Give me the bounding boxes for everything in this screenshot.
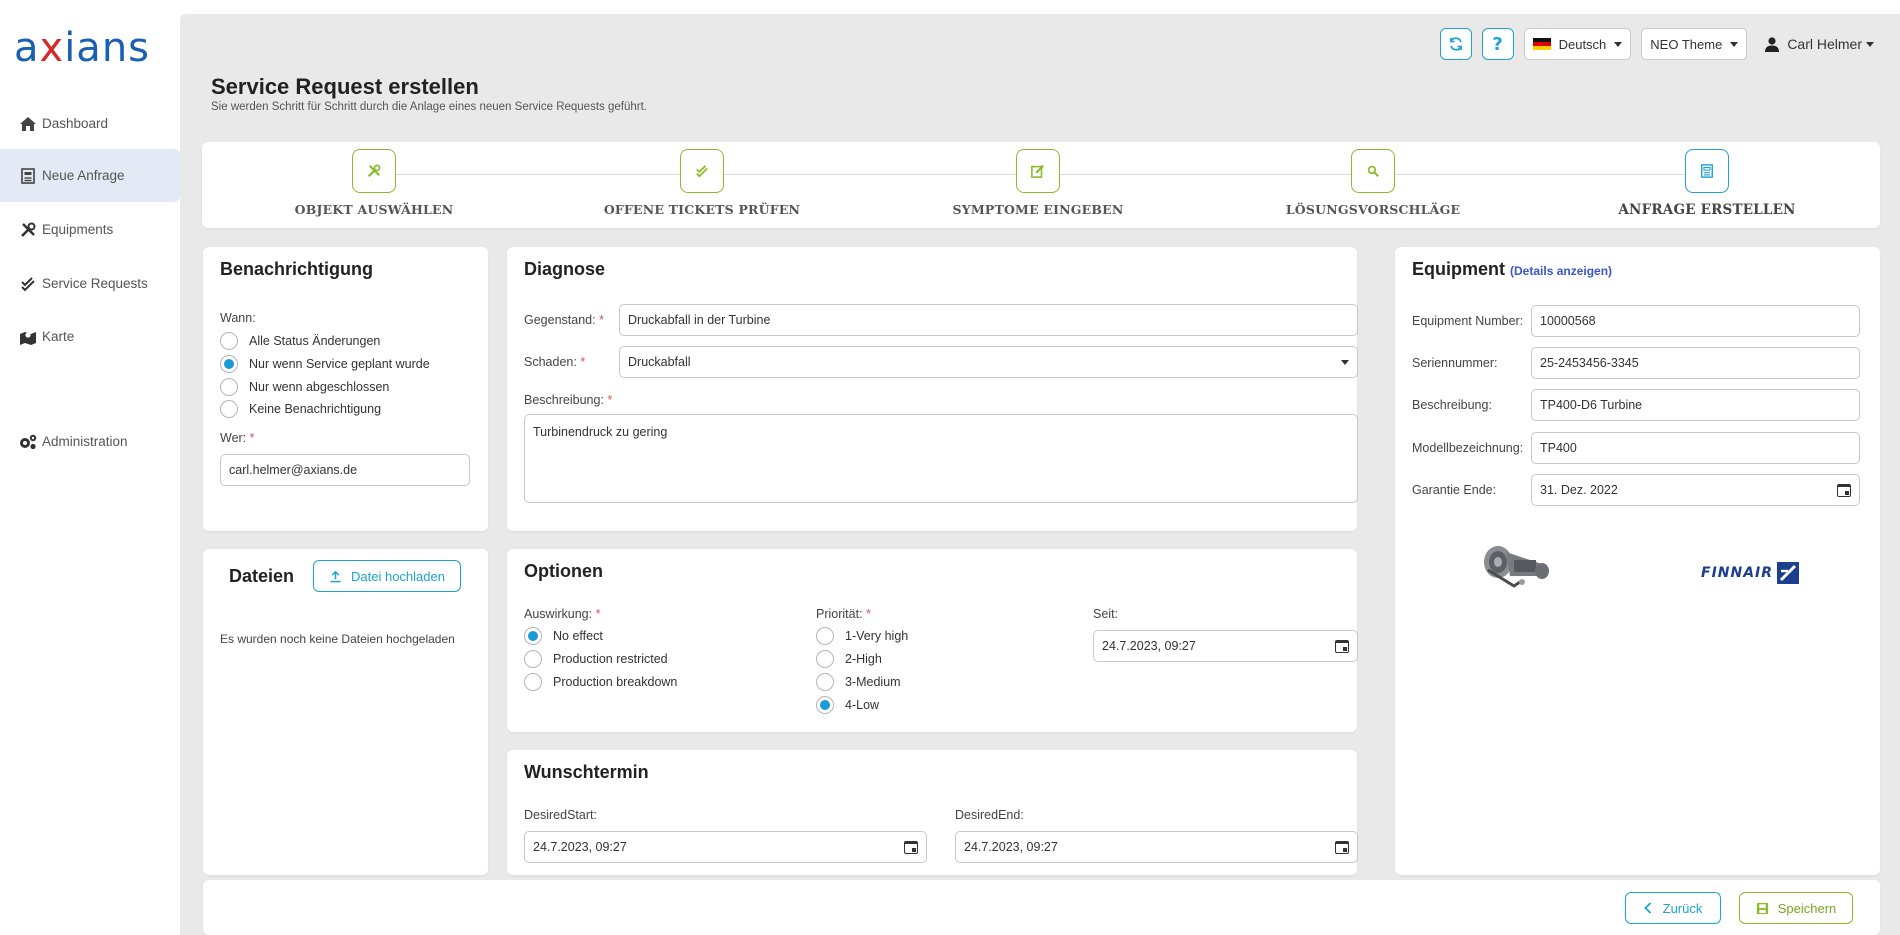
- radio-selected[interactable]: [220, 355, 238, 373]
- radio-selected[interactable]: [816, 696, 834, 714]
- radio-selected[interactable]: [524, 627, 542, 645]
- calendar-icon[interactable]: [904, 840, 918, 854]
- serial-number-field[interactable]: 25-2453456-3345: [1531, 347, 1860, 379]
- priority-low[interactable]: 4-Low: [816, 696, 879, 714]
- form-icon: [1685, 149, 1729, 193]
- warranty-end-field[interactable]: 31. Dez. 2022: [1531, 474, 1860, 506]
- radio[interactable]: [816, 650, 834, 668]
- gears-icon: [18, 432, 38, 452]
- chevron-down-icon: [1341, 359, 1349, 365]
- priority-high[interactable]: 2-High: [816, 650, 882, 668]
- priority-medium[interactable]: 3-Medium: [816, 673, 901, 691]
- sidebar-item-equipments[interactable]: Equipments: [0, 203, 180, 256]
- question-icon: ?: [1492, 33, 1503, 55]
- sidebar: axians Dashboard Neue Anfrage Equipments…: [0, 0, 180, 935]
- finnair-logo: FINNAIR: [1701, 560, 1800, 586]
- sidebar-item-karte[interactable]: Karte: [0, 310, 180, 363]
- wizard-stepper: OBJEKT AUSWÄHLEN OFFENE TICKETS PRÜFEN S…: [202, 142, 1880, 228]
- equipment-description-field[interactable]: TP400-D6 Turbine: [1531, 389, 1860, 421]
- damage-select[interactable]: Druckabfall: [619, 346, 1358, 378]
- calendar-icon[interactable]: [1335, 639, 1349, 653]
- tools-icon: [352, 149, 396, 193]
- equipment-number-field[interactable]: 10000568: [1531, 305, 1860, 337]
- radio[interactable]: [220, 332, 238, 350]
- details-link[interactable]: (Details anzeigen): [1510, 264, 1612, 278]
- top-bar: ? Deutsch NEO Theme Carl Helmer: [1439, 27, 1900, 61]
- notify-option-completed[interactable]: Nur wenn abgeschlossen: [220, 378, 389, 396]
- desired-date-card: Wunschtermin DesiredStart: 24.7.2023, 09…: [507, 750, 1358, 875]
- german-flag-icon: [1532, 38, 1551, 50]
- desired-end-field[interactable]: 24.7.2023, 09:27: [955, 831, 1358, 863]
- notify-option-all[interactable]: Alle Status Änderungen: [220, 332, 380, 350]
- main-content: ? Deutsch NEO Theme Carl Helmer Service …: [180, 14, 1900, 935]
- priority-very-high[interactable]: 1-Very high: [816, 627, 908, 645]
- step-anfrage-erstellen[interactable]: ANFRAGE ERSTELLEN: [1607, 149, 1807, 218]
- theme-dropdown[interactable]: NEO Theme: [1641, 28, 1748, 60]
- page-title: Service Request erstellen: [211, 74, 479, 99]
- chevron-down-icon: [1614, 41, 1623, 47]
- notify-option-none[interactable]: Keine Benachrichtigung: [220, 400, 381, 418]
- radio[interactable]: [220, 400, 238, 418]
- description-textarea[interactable]: Turbinendruck zu gering: [524, 414, 1358, 503]
- double-check-icon: [680, 149, 724, 193]
- impact-production-restricted[interactable]: Production restricted: [524, 650, 668, 668]
- save-icon: [1756, 902, 1768, 914]
- subject-field[interactable]: Druckabfall in der Turbine: [619, 304, 1358, 336]
- edit-icon: [1016, 149, 1060, 193]
- search-icon: [1351, 149, 1395, 193]
- files-card: Dateien Datei hochladen Es wurden noch k…: [203, 549, 488, 875]
- notify-email-field[interactable]: carl.helmer@axians.de: [220, 454, 470, 486]
- language-dropdown[interactable]: Deutsch: [1523, 28, 1632, 60]
- impact-no-effect[interactable]: No effect: [524, 627, 603, 645]
- radio[interactable]: [816, 673, 834, 691]
- impact-production-breakdown[interactable]: Production breakdown: [524, 673, 677, 691]
- files-empty-text: Es wurden noch keine Dateien hochgeladen: [220, 632, 455, 646]
- radio[interactable]: [220, 378, 238, 396]
- sidebar-item-administration[interactable]: Administration: [0, 415, 180, 468]
- map-icon: [18, 327, 38, 347]
- back-button[interactable]: Zurück: [1625, 892, 1721, 924]
- user-menu[interactable]: Carl Helmer: [1757, 36, 1900, 52]
- finnair-emblem-icon: [1777, 562, 1800, 584]
- turbine-image: [1470, 540, 1560, 595]
- upload-file-button[interactable]: Datei hochladen: [313, 560, 461, 592]
- double-check-icon: [18, 274, 38, 294]
- form-icon: [18, 166, 38, 186]
- model-field[interactable]: TP400: [1531, 432, 1860, 464]
- help-button[interactable]: ?: [1481, 28, 1514, 60]
- equipment-card: Equipment (Details anzeigen) Equipment N…: [1395, 247, 1880, 875]
- user-icon: [1765, 36, 1780, 52]
- refresh-icon: [1449, 37, 1462, 51]
- step-objekt-auswaehlen[interactable]: OBJEKT AUSWÄHLEN: [274, 149, 474, 217]
- notification-card: Benachrichtigung Wann: Alle Status Änder…: [203, 247, 488, 531]
- upload-icon: [330, 570, 341, 582]
- chevron-left-icon: [1643, 902, 1651, 914]
- step-symptome-eingeben[interactable]: SYMPTOME EINGEBEN: [938, 149, 1138, 217]
- refresh-button[interactable]: [1439, 28, 1472, 60]
- calendar-icon[interactable]: [1335, 840, 1349, 854]
- notify-option-planned[interactable]: Nur wenn Service geplant wurde: [220, 355, 430, 373]
- axians-logo[interactable]: axians: [14, 24, 170, 72]
- step-loesungsvorschlaege[interactable]: LÖSUNGSVORSCHLÄGE: [1273, 149, 1473, 217]
- chevron-down-icon: [1866, 41, 1874, 47]
- diagnosis-card: Diagnose Gegenstand: * Druckabfall in de…: [507, 247, 1358, 531]
- sidebar-item-dashboard[interactable]: Dashboard: [0, 97, 180, 150]
- save-button[interactable]: Speichern: [1739, 892, 1853, 924]
- options-card: Optionen Auswirkung: * No effect Product…: [507, 549, 1358, 732]
- since-datetime-field[interactable]: 24.7.2023, 09:27: [1093, 630, 1358, 662]
- radio[interactable]: [524, 673, 542, 691]
- calendar-icon[interactable]: [1837, 483, 1851, 497]
- desired-start-field[interactable]: 24.7.2023, 09:27: [524, 831, 927, 863]
- sidebar-item-service-requests[interactable]: Service Requests: [0, 257, 180, 310]
- action-bar: Zurück Speichern: [203, 880, 1880, 935]
- tools-icon: [18, 220, 38, 240]
- page-subtitle: Sie werden Schritt für Schritt durch die…: [211, 101, 647, 113]
- home-icon: [18, 114, 38, 134]
- sidebar-item-neue-anfrage[interactable]: Neue Anfrage: [0, 149, 180, 202]
- step-offene-tickets-pruefen[interactable]: OFFENE TICKETS PRÜFEN: [602, 149, 802, 217]
- radio[interactable]: [816, 627, 834, 645]
- radio[interactable]: [524, 650, 542, 668]
- chevron-down-icon: [1730, 41, 1739, 47]
